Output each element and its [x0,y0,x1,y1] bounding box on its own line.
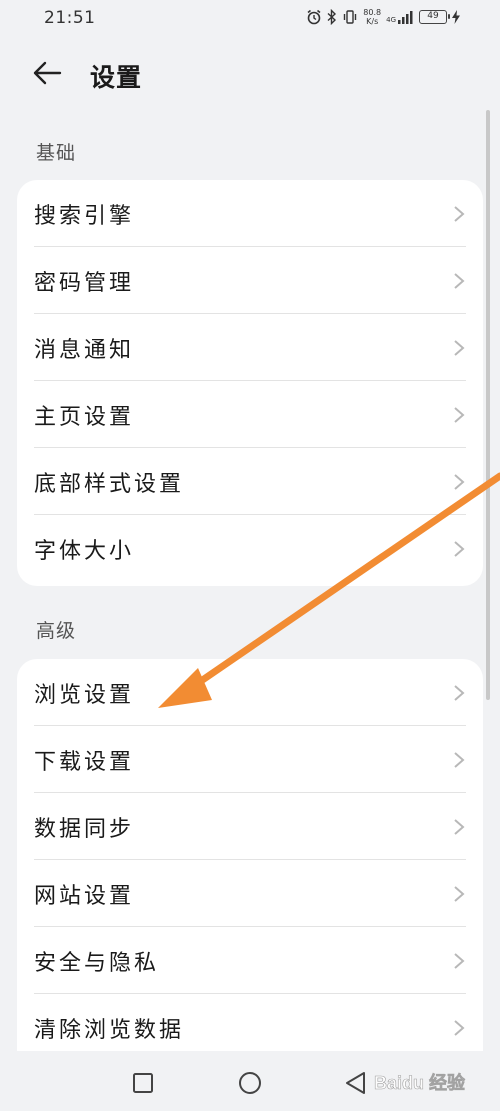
setting-label: 搜索引擎 [34,204,135,229]
arrow-left-icon [33,61,62,85]
advanced-settings-card: 浏览设置 下载设置 数据同步 网站设置 安全与隐私 清除浏览数据 [17,659,483,1079]
setting-row-website[interactable]: 网站设置 [17,860,483,927]
setting-row-bottom-style[interactable]: 底部样式设置 [17,448,483,515]
vibrate-icon [344,10,357,24]
setting-label: 浏览设置 [34,683,135,708]
setting-label: 清除浏览数据 [34,1018,185,1043]
setting-row-browsing[interactable]: 浏览设置 [17,659,483,726]
setting-label: 消息通知 [34,338,135,363]
net-speed-value: 80.8 [363,8,382,17]
back-triangle-icon[interactable] [342,1069,370,1097]
chevron-right-icon [454,752,465,768]
chevron-right-icon [454,819,465,835]
setting-row-search-engine[interactable]: 搜索引擎 [17,180,483,247]
chevron-right-icon [454,1020,465,1036]
chevron-right-icon [454,340,465,356]
chevron-right-icon [454,407,465,423]
alarm-icon [307,9,321,25]
setting-row-download[interactable]: 下载设置 [17,726,483,793]
signal-icon: 4G [386,10,414,24]
setting-label: 下载设置 [34,750,135,775]
net-speed-unit: K/s [366,17,379,26]
bluetooth-icon [327,9,337,25]
setting-label: 数据同步 [34,817,135,842]
status-time: 21:51 [44,8,96,28]
setting-label: 主页设置 [34,405,135,430]
chevron-right-icon [454,273,465,289]
chevron-right-icon [454,886,465,902]
section-label-advanced: 高级 [36,620,77,642]
baidu-jingyan-watermark: Baidu 经验 [374,1072,466,1094]
status-icons: 80.8 K/s 4G 49 [306,6,460,28]
basic-settings-card: 搜索引擎 密码管理 消息通知 主页设置 底部样式设置 字体大小 [17,180,483,586]
setting-row-password-management[interactable]: 密码管理 [17,247,483,314]
network-type: 4G [386,16,396,24]
setting-label: 安全与隐私 [34,951,160,976]
battery-icon: 49 [419,10,450,24]
chevron-right-icon [454,541,465,557]
setting-row-security-privacy[interactable]: 安全与隐私 [17,927,483,994]
net-speed: 80.8 K/s [363,8,381,26]
setting-label: 密码管理 [34,271,135,296]
header: 设置 [0,48,500,100]
status-bar: 21:51 80.8 K/s 4G 49 [0,0,500,36]
section-label-basic: 基础 [36,142,77,164]
back-button[interactable] [30,56,70,92]
page-title: 设置 [90,63,143,92]
setting-label: 底部样式设置 [34,472,185,497]
setting-row-data-sync[interactable]: 数据同步 [17,793,483,860]
chevron-right-icon [454,685,465,701]
charging-icon [452,10,460,24]
setting-row-notifications[interactable]: 消息通知 [17,314,483,381]
chevron-right-icon [454,474,465,490]
recent-apps-square-icon[interactable] [129,1069,157,1097]
home-circle-icon[interactable] [236,1069,264,1097]
chevron-right-icon [454,206,465,222]
battery-level: 49 [427,11,439,21]
setting-label: 网站设置 [34,884,135,909]
setting-row-font-size[interactable]: 字体大小 [17,515,483,582]
watermark-text: Baidu 经验 [374,1072,466,1093]
setting-row-homepage[interactable]: 主页设置 [17,381,483,448]
setting-label: 字体大小 [34,539,135,564]
scrollbar[interactable] [486,110,490,700]
chevron-right-icon [454,953,465,969]
